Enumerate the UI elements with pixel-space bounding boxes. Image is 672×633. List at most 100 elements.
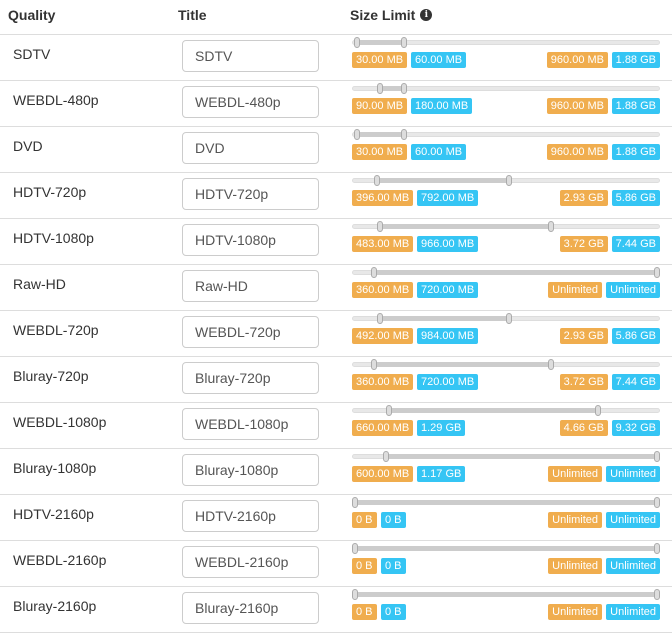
size-limit-slider[interactable] <box>352 359 660 370</box>
size-limit-slider[interactable] <box>352 37 660 48</box>
min-handle[interactable] <box>376 313 383 324</box>
title-input[interactable] <box>182 546 319 578</box>
info-icon[interactable]: i <box>420 9 433 21</box>
min-handle[interactable] <box>376 83 383 94</box>
title-input[interactable] <box>182 224 319 256</box>
title-input[interactable] <box>182 592 319 624</box>
min-handle[interactable] <box>353 37 360 48</box>
preferred-handle[interactable] <box>547 359 554 370</box>
slider-range <box>352 500 660 505</box>
table-row: HDTV-2160p 0 B0 B UnlimitedUnlimited <box>0 495 672 541</box>
min-handle[interactable] <box>385 405 392 416</box>
max-size-badge: 3.72 GB <box>559 236 608 252</box>
max-total-badge: 1.88 GB <box>611 98 660 114</box>
title-input[interactable] <box>182 408 319 440</box>
size-labels: 600.00 MB 1.17 GB Unlimited Unlimited <box>352 466 660 482</box>
preferred-handle[interactable] <box>595 405 602 416</box>
preferred-handle[interactable] <box>654 543 660 554</box>
title-input[interactable] <box>182 132 319 164</box>
table-row: DVD 30.00 MB60.00 MB 960.00 MB1.88 GB <box>0 127 672 173</box>
size-labels: 396.00 MB 792.00 MB 2.93 GB 5.86 GB <box>352 190 660 206</box>
title-input[interactable] <box>182 454 319 486</box>
min-size-badge: 30.00 MB <box>352 52 408 68</box>
table-row: HDTV-720p 396.00 MB792.00 MB 2.93 GB5.86 G… <box>0 173 672 219</box>
preferred-handle[interactable] <box>401 83 408 94</box>
size-limit-slider[interactable] <box>352 451 660 462</box>
slider-range <box>356 40 405 45</box>
preferred-size-badge: 1.17 GB <box>417 466 466 482</box>
table-row: Bluray-1080p 600.00 MB1.17 GB UnlimitedUnl… <box>0 449 672 495</box>
slider-range <box>352 592 660 597</box>
title-input[interactable] <box>182 316 319 348</box>
min-size-badge: 600.00 MB <box>352 466 414 482</box>
table-row: Bluray-720p 360.00 MB720.00 MB 3.72 GB7.44… <box>0 357 672 403</box>
table-row: Bluray-2160p 0 B0 B UnlimitedUnlimited <box>0 587 672 633</box>
size-limit-slider[interactable] <box>352 129 660 140</box>
title-input[interactable] <box>182 500 319 532</box>
size-limit-slider[interactable] <box>352 405 660 416</box>
preferred-handle[interactable] <box>506 313 513 324</box>
quality-name: HDTV-1080p <box>13 230 94 246</box>
size-limit-column-header: Size Limit i <box>350 7 433 23</box>
min-handle[interactable] <box>373 175 380 186</box>
size-labels: 30.00 MB 60.00 MB 960.00 MB 1.88 GB <box>352 52 660 68</box>
slider-range <box>385 454 660 459</box>
max-size-badge: Unlimited <box>548 558 602 574</box>
table-row: WEBDL-480p 90.00 MB180.00 MB 960.00 MB1.88… <box>0 81 672 127</box>
max-size-badge: 2.93 GB <box>559 190 608 206</box>
size-limit-slider[interactable] <box>352 267 660 278</box>
max-size-badge: Unlimited <box>548 512 602 528</box>
quality-column-header: Quality <box>8 7 56 23</box>
min-handle[interactable] <box>353 129 360 140</box>
min-handle[interactable] <box>370 267 377 278</box>
size-limit-slider[interactable] <box>352 543 660 554</box>
min-handle[interactable] <box>352 497 358 508</box>
title-input[interactable] <box>182 86 319 118</box>
title-input[interactable] <box>182 362 319 394</box>
min-size-badge: 483.00 MB <box>352 236 414 252</box>
max-total-badge: 1.88 GB <box>611 144 660 160</box>
size-labels: 0 B0 B Unlimited Unlimited <box>352 558 660 574</box>
size-limit-slider[interactable] <box>352 497 660 508</box>
preferred-handle[interactable] <box>654 497 660 508</box>
table-row: WEBDL-720p 492.00 MB984.00 MB 2.93 GB5.86 … <box>0 311 672 357</box>
preferred-size-badge: 180.00 MB <box>411 98 473 114</box>
preferred-size-badge: 720.00 MB <box>417 374 479 390</box>
table-header: Quality Title Size Limit i <box>0 0 672 35</box>
quality-name: Bluray-720p <box>13 368 89 384</box>
title-input[interactable] <box>182 270 319 302</box>
min-handle[interactable] <box>370 359 377 370</box>
min-size-badge: 0 B <box>352 604 377 620</box>
max-total-badge: Unlimited <box>606 282 660 298</box>
min-handle[interactable] <box>352 543 358 554</box>
max-size-badge: 960.00 MB <box>546 98 608 114</box>
size-labels: 492.00 MB 984.00 MB 2.93 GB 5.86 GB <box>352 328 660 344</box>
preferred-handle[interactable] <box>401 37 408 48</box>
preferred-handle[interactable] <box>506 175 513 186</box>
min-handle[interactable] <box>352 589 358 600</box>
max-size-badge: 2.93 GB <box>559 328 608 344</box>
preferred-handle[interactable] <box>547 221 554 232</box>
title-input[interactable] <box>182 40 319 72</box>
size-limit-slider[interactable] <box>352 589 660 600</box>
title-input[interactable] <box>182 178 319 210</box>
size-limit-slider[interactable] <box>352 221 660 232</box>
max-size-badge: Unlimited <box>548 466 602 482</box>
size-limit-slider[interactable] <box>352 83 660 94</box>
preferred-handle[interactable] <box>401 129 408 140</box>
table-row: Raw-HD 360.00 MB720.00 MB UnlimitedUnlimit… <box>0 265 672 311</box>
size-labels: 360.00 MB 720.00 MB Unlimited Unlimited <box>352 282 660 298</box>
size-limit-slider[interactable] <box>352 313 660 324</box>
size-limit-slider[interactable] <box>352 175 660 186</box>
preferred-handle[interactable] <box>654 589 660 600</box>
table-row: WEBDL-1080p 660.00 MB1.29 GB 4.66 GB9.32 G… <box>0 403 672 449</box>
max-size-badge: 4.66 GB <box>559 420 608 436</box>
min-handle[interactable] <box>382 451 389 462</box>
min-handle[interactable] <box>376 221 383 232</box>
min-size-badge: 360.00 MB <box>352 282 414 298</box>
max-total-badge: 1.88 GB <box>611 52 660 68</box>
preferred-handle[interactable] <box>654 267 660 278</box>
quality-name: DVD <box>13 138 43 154</box>
quality-name: Bluray-1080p <box>13 460 97 476</box>
preferred-handle[interactable] <box>654 451 660 462</box>
